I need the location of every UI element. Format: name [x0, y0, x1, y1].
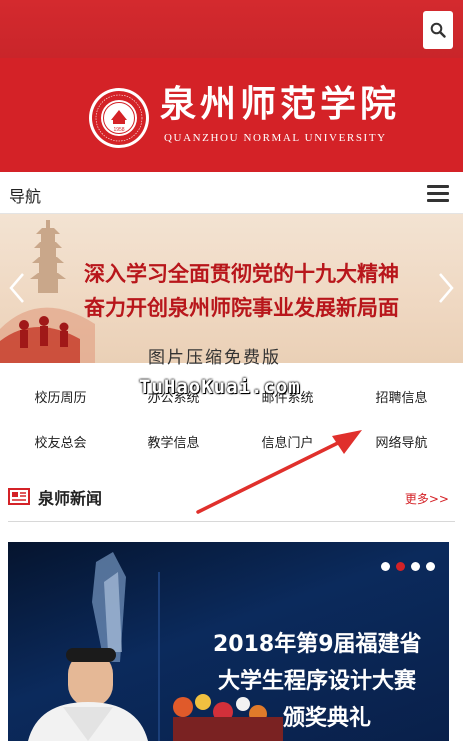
banner-headline-2: 奋力开创泉州师院事业发展新局面 — [84, 295, 399, 320]
search-button[interactable] — [423, 11, 453, 49]
watermark-text: 图片压缩免费版 — [148, 348, 281, 368]
quick-link-calendar[interactable]: 校历周历 — [3, 387, 118, 406]
slide-dot-1[interactable] — [381, 562, 390, 571]
search-icon — [430, 22, 446, 38]
watermark-url: TuHaoKuai.com — [139, 376, 301, 398]
news-more-link[interactable]: 更多>> — [405, 490, 449, 507]
quick-link-alumni[interactable]: 校友总会 — [3, 432, 118, 451]
news-slideshow[interactable]: 2018年第9届福建省 大学生程序设计大赛 颁奖典礼 — [8, 542, 449, 741]
nav-bar: 导航 — [0, 172, 463, 214]
news-section-header: 泉师新闻 更多>> — [8, 480, 455, 522]
university-name-en: QUANZHOU NORMAL UNIVERSITY — [164, 132, 387, 144]
university-name-cn: 泉州师范学院 — [160, 83, 401, 125]
banner-carousel[interactable]: 深入学习全面贯彻党的十九大精神 奋力开创泉州师院事业发展新局面 — [0, 214, 463, 363]
news-section-title: 泉师新闻 — [38, 489, 103, 508]
nav-title: 导航 — [9, 187, 42, 206]
slide-dot-3[interactable] — [411, 562, 420, 571]
slide-headline-1: 2018年第9届福建省 — [213, 632, 422, 657]
hamburger-icon[interactable] — [427, 185, 449, 202]
slide-dot-2[interactable] — [396, 562, 405, 571]
slide-headline-3: 颁奖典礼 — [283, 706, 372, 731]
university-seal-logo: 1958 — [89, 88, 149, 148]
top-bar — [0, 0, 463, 58]
banner-headline-1: 深入学习全面贯彻党的十九大精神 — [84, 261, 399, 286]
slide-pagination — [381, 562, 435, 571]
newspaper-icon — [8, 488, 30, 505]
slide-dot-4[interactable] — [426, 562, 435, 571]
chevron-left-icon[interactable] — [8, 272, 26, 304]
slide-headline-2: 大学生程序设计大赛 — [218, 669, 417, 694]
seal-year: 1958 — [113, 127, 124, 133]
quick-link-recruitment[interactable]: 招聘信息 — [344, 387, 459, 406]
chevron-right-icon[interactable] — [437, 272, 455, 304]
